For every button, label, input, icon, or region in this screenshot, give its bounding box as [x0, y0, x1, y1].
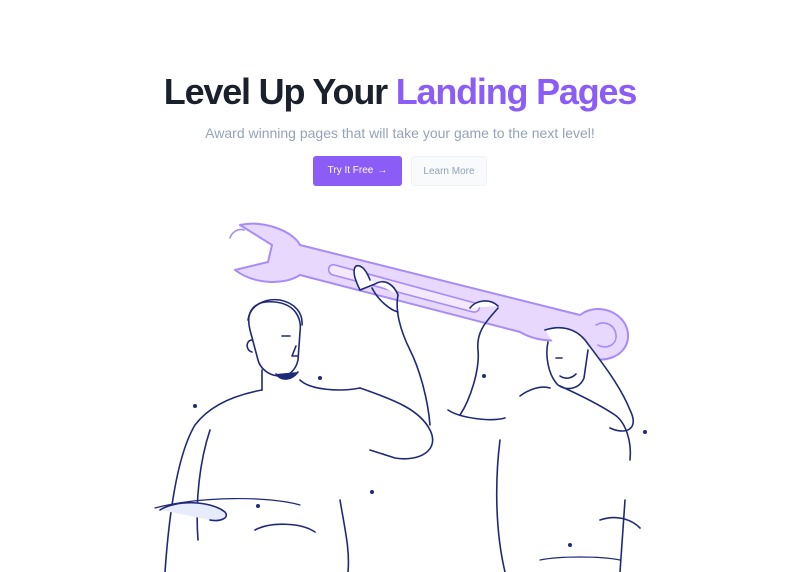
learn-more-button[interactable]: Learn More — [411, 156, 487, 186]
landing-page: Level Up Your Landing Pages Award winnin… — [0, 0, 800, 572]
hero-title-accent: Landing Pages — [395, 71, 638, 112]
team-lifting-wrench-illustration — [154, 222, 647, 572]
hero-subtitle: Award winning pages that will take your … — [205, 125, 595, 141]
man-figure — [159, 264, 434, 572]
hero-title: Level Up Your Landing Pages — [0, 68, 800, 116]
try-it-free-button[interactable]: Try It Free → — [313, 156, 402, 186]
learn-more-label: Learn More — [423, 166, 475, 177]
hero-title-dark: Level Up Your — [163, 71, 396, 112]
arrow-right-icon: → — [377, 165, 388, 176]
try-it-free-label: Try It Free — [327, 165, 374, 176]
